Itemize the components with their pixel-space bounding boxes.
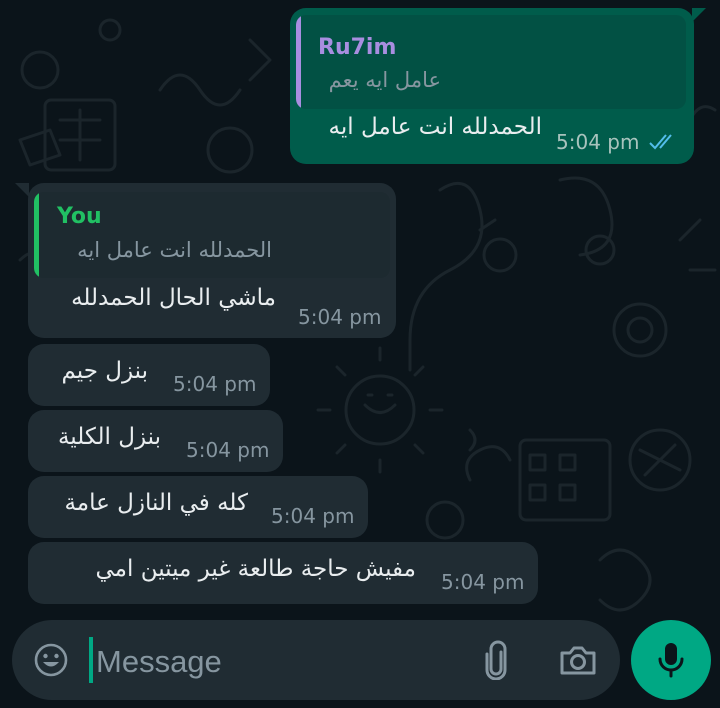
- double-check-read-icon: [649, 134, 672, 150]
- message-text: بنزل الكلية: [57, 424, 161, 450]
- quote-accent-bar: [296, 15, 301, 109]
- message-time: 5:04 pm: [556, 130, 640, 154]
- text-cursor: [89, 637, 93, 683]
- message-text: بنزل جيم: [61, 358, 148, 384]
- voice-record-button[interactable]: [631, 620, 711, 700]
- emoji-icon[interactable]: [33, 642, 69, 678]
- camera-icon[interactable]: [558, 643, 598, 679]
- message-time: 5:04 pm: [298, 305, 382, 329]
- bubble-tail: [15, 183, 29, 197]
- message-text: كله في النازل عامة: [64, 490, 248, 516]
- paperclip-icon[interactable]: [481, 640, 511, 680]
- message-input[interactable]: [96, 640, 456, 684]
- message-time: 5:04 pm: [186, 438, 270, 462]
- message-time: 5:04 pm: [271, 504, 355, 528]
- microphone-icon: [658, 643, 684, 678]
- quoted-message[interactable]: You الحمدلله انت عامل ايه: [34, 192, 390, 278]
- bubble-tail: [692, 8, 706, 22]
- message-text: الحمدلله انت عامل ايه: [328, 114, 542, 140]
- message-time: 5:04 pm: [441, 570, 525, 594]
- quote-author: Ru7im: [318, 35, 397, 60]
- quote-author: You: [57, 204, 102, 229]
- message-time: 5:04 pm: [173, 372, 257, 396]
- quote-text: عامل ايه يعم: [328, 68, 441, 92]
- message-bubble-incoming[interactable]: مفيش حاجة طالعة غير ميتين امي 5:04 pm: [28, 542, 538, 604]
- quoted-message[interactable]: Ru7im عامل ايه يعم: [296, 15, 686, 109]
- quote-accent-bar: [34, 192, 39, 278]
- message-list[interactable]: Ru7im عامل ايه يعم الحمدلله انت عامل ايه…: [0, 0, 720, 620]
- message-bubble-incoming[interactable]: بنزل جيم 5:04 pm: [28, 344, 270, 406]
- message-bubble-outgoing[interactable]: Ru7im عامل ايه يعم الحمدلله انت عامل ايه…: [290, 8, 694, 164]
- message-text: ماشي الحال الحمدلله: [71, 285, 276, 311]
- quote-text: الحمدلله انت عامل ايه: [77, 238, 272, 262]
- message-bubble-incoming[interactable]: كله في النازل عامة 5:04 pm: [28, 476, 368, 538]
- message-bubble-incoming[interactable]: You الحمدلله انت عامل ايه ماشي الحال الح…: [28, 183, 396, 338]
- message-text: مفيش حاجة طالعة غير ميتين امي: [95, 556, 416, 582]
- message-bubble-incoming[interactable]: بنزل الكلية 5:04 pm: [28, 410, 283, 472]
